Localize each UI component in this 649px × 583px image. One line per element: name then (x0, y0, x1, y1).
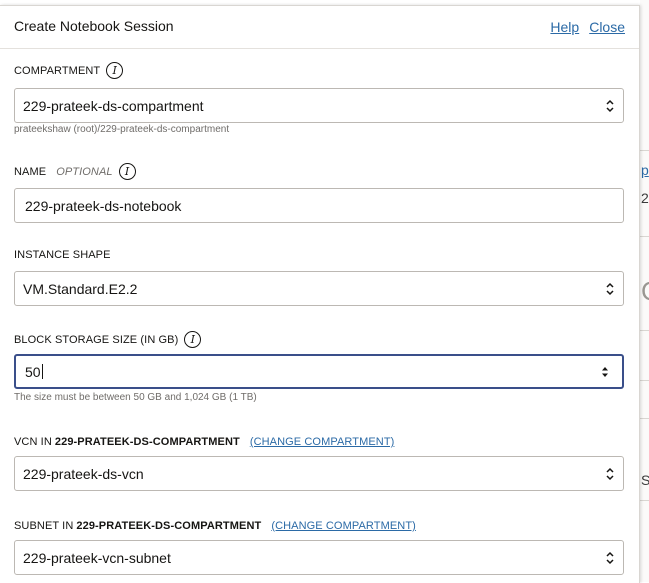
block-storage-number: 50 (25, 364, 41, 380)
block-storage-label-row: BLOCK STORAGE SIZE (IN GB) i (14, 331, 202, 348)
panel-title: Create Notebook Session (14, 18, 174, 34)
divider (640, 418, 649, 419)
divider (640, 380, 649, 381)
instance-shape-label-row: INSTANCE SHAPE (14, 249, 111, 261)
vcn-change-compartment-link[interactable]: (CHANGE COMPARTMENT) (250, 436, 395, 448)
vcn-label-row: VCN IN 229-PRATEEK-DS-COMPARTMENT (CHANG… (14, 436, 394, 448)
info-icon[interactable]: i (106, 62, 124, 79)
name-value: 229-prateek-ds-notebook (25, 198, 182, 214)
compartment-path: prateekshaw (root)/229-prateek-ds-compar… (14, 124, 230, 135)
name-label: NAME (14, 165, 47, 178)
spinner-arrows-icon[interactable] (600, 365, 610, 379)
name-input[interactable]: 229-prateek-ds-notebook (14, 188, 624, 223)
compartment-value: 229-prateek-ds-compartment (23, 98, 204, 114)
block-storage-label: BLOCK STORAGE SIZE (IN GB) (14, 333, 179, 346)
chevron-up-down-icon (606, 99, 614, 113)
divider (640, 330, 649, 331)
background-fragment: Co (641, 276, 649, 307)
help-link[interactable]: Help (550, 19, 579, 35)
divider (640, 150, 649, 151)
background-page: p 20 Co Sh (640, 0, 649, 582)
block-storage-helper: The size must be between 50 GB and 1,024… (14, 392, 257, 403)
compartment-select[interactable]: 229-prateek-ds-compartment (14, 88, 624, 123)
instance-shape-label: INSTANCE SHAPE (14, 249, 111, 261)
name-label-row: NAME OPTIONAL i (14, 163, 136, 180)
subnet-compartment-name: 229-PRATEEK-DS-COMPARTMENT (76, 520, 262, 532)
text-caret (41, 364, 43, 379)
close-link[interactable]: Close (589, 19, 625, 35)
background-fragment: p (641, 162, 649, 178)
divider (640, 236, 649, 237)
header-links: Help Close (540, 19, 625, 35)
background-fragment: Sh (641, 472, 649, 488)
instance-shape-select[interactable]: VM.Standard.E2.2 (14, 271, 624, 306)
chevron-up-down-icon (606, 467, 614, 481)
vcn-compartment-name: 229-PRATEEK-DS-COMPARTMENT (54, 436, 240, 448)
chevron-up-down-icon (606, 551, 614, 565)
compartment-label: COMPARTMENT (14, 64, 101, 77)
vcn-select[interactable]: 229-prateek-ds-vcn (14, 456, 624, 491)
compartment-label-row: COMPARTMENT i (14, 62, 124, 79)
block-storage-input[interactable]: 50 (14, 354, 624, 389)
subnet-select[interactable]: 229-prateek-vcn-subnet (14, 540, 624, 575)
vcn-label-prefix: VCN IN (14, 436, 52, 448)
chevron-up-down-icon (606, 282, 614, 296)
info-icon[interactable]: i (184, 331, 202, 348)
divider (640, 500, 649, 501)
info-icon[interactable]: i (118, 163, 136, 180)
subnet-change-compartment-link[interactable]: (CHANGE COMPARTMENT) (271, 520, 416, 532)
optional-tag: OPTIONAL (56, 165, 113, 178)
background-fragment: 20 (641, 190, 649, 206)
subnet-label-row: SUBNET IN 229-PRATEEK-DS-COMPARTMENT (CH… (14, 520, 416, 532)
instance-shape-value: VM.Standard.E2.2 (23, 281, 138, 297)
subnet-value: 229-prateek-vcn-subnet (23, 550, 171, 566)
block-storage-value: 50 (25, 364, 43, 380)
create-notebook-panel: Create Notebook Session Help Close COMPAR… (0, 5, 640, 583)
subnet-label-prefix: SUBNET IN (14, 520, 74, 532)
panel-header: Create Notebook Session Help Close (0, 6, 639, 49)
vcn-value: 229-prateek-ds-vcn (23, 466, 144, 482)
